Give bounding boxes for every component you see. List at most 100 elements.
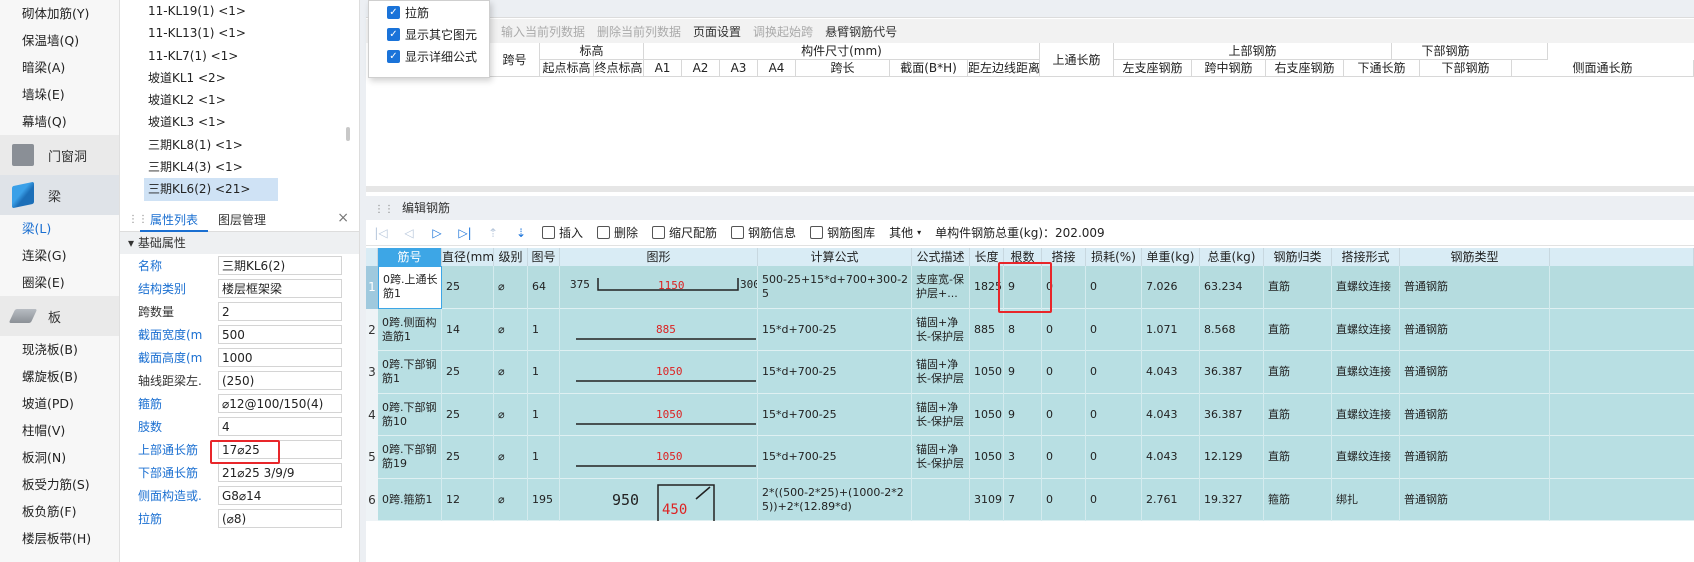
rebar-cell-grade[interactable]: ⌀ <box>494 308 528 351</box>
rebar-header-cell[interactable]: 筋号 <box>378 248 442 266</box>
rebar-cell-cat[interactable]: 直筋 <box>1264 266 1332 309</box>
drag-handle-icon[interactable]: ⋮⋮ <box>374 204 394 215</box>
rebar-info-button[interactable]: 钢筋信息 <box>731 224 796 241</box>
rebar-cell-lap-type[interactable]: 绑扎 <box>1332 478 1400 521</box>
property-value-field[interactable]: ⌀12@100/150(4) <box>218 394 342 413</box>
rebar-cell-type[interactable]: 普通钢筋 <box>1400 266 1550 309</box>
grid-header-cell[interactable]: A3 <box>720 60 758 77</box>
rebar-cell-grade[interactable]: ⌀ <box>494 266 528 309</box>
move-up-icon[interactable]: ⇡ <box>486 226 500 240</box>
grid-header-cell[interactable]: 距左边线距离 <box>968 60 1040 77</box>
rebar-cell-count[interactable]: 9 <box>1004 351 1042 394</box>
nav-item-cast-slab[interactable]: 现浇板(B) <box>0 336 119 363</box>
nav-item-insulation-wall[interactable]: 保温墙(Q) <box>0 27 119 54</box>
rebar-cell-desc[interactable]: 锚固+净长-保护层 <box>912 436 970 479</box>
nav-item-slab-opening[interactable]: 板洞(N) <box>0 444 119 471</box>
rebar-cell-type[interactable]: 普通钢筋 <box>1400 436 1550 479</box>
rebar-cell-lap-type[interactable]: 直螺纹连接 <box>1332 393 1400 436</box>
nav-item-ring-beam[interactable]: 圈梁(E) <box>0 269 119 296</box>
rebar-row[interactable]: 6 0跨.箍筋1 12 ⌀ 195 950 450 2*((500-2*25)+(1000-2… <box>366 478 1694 521</box>
rebar-header-cell[interactable]: 公式描述 <box>912 248 970 266</box>
property-value-field[interactable]: 楼层框架梁 <box>218 279 342 298</box>
nav-category-slab[interactable]: 板 <box>0 296 119 336</box>
rebar-header-cell[interactable]: 总重(kg) <box>1200 248 1264 266</box>
rebar-cell-total[interactable]: 36.387 <box>1200 351 1264 394</box>
grid-header-cell[interactable]: 下部钢筋 <box>1344 43 1548 60</box>
rebar-cell-total[interactable]: 19.327 <box>1200 478 1264 521</box>
rebar-cell-name[interactable]: 0跨.侧面构造筋1 <box>378 308 442 351</box>
checkbox-checked-icon[interactable]: ✓ <box>387 49 400 63</box>
rebar-shape-cell[interactable]: 885 <box>560 308 758 351</box>
rebar-cell-cat[interactable]: 直筋 <box>1264 308 1332 351</box>
previous-record-icon[interactable]: ◁ <box>402 226 416 240</box>
row-number[interactable]: 1 <box>366 266 378 309</box>
rebar-row[interactable]: 2 0跨.侧面构造筋1 14 ⌀ 1 885 15*d+700-25 锚固+净长-保护层 885… <box>366 308 1694 351</box>
property-value-field[interactable]: 21⌀25 3/9/9 <box>218 463 342 482</box>
rebar-shape-cell[interactable]: 375 1150 300 <box>560 266 758 309</box>
rebar-cell-unit[interactable]: 7.026 <box>1142 266 1200 309</box>
rebar-cell-len[interactable]: 885 <box>970 308 1004 351</box>
last-record-icon[interactable]: ▷| <box>458 226 472 240</box>
rebar-cell-lap-type[interactable]: 直螺纹连接 <box>1332 308 1400 351</box>
rebar-cell-formula[interactable]: 2*((500-2*25)+(1000-2*25))+2*(12.89*d) <box>758 478 912 521</box>
nav-item-spiral-slab[interactable]: 螺旋板(B) <box>0 363 119 390</box>
rebar-cell-lap-type[interactable]: 直螺纹连接 <box>1332 436 1400 479</box>
nav-item-beam[interactable]: 梁(L) <box>0 215 119 242</box>
rebar-cell-loss[interactable]: 0 <box>1086 351 1142 394</box>
property-value-field[interactable]: G8⌀14 <box>218 486 342 505</box>
rebar-cell-formula[interactable]: 500-25+15*d+700+300-25 <box>758 266 912 309</box>
grid-header-cell[interactable]: 左支座钢筋 <box>1114 60 1192 77</box>
rebar-cell-formula[interactable]: 15*d+700-25 <box>758 436 912 479</box>
property-value-field[interactable]: 2 <box>218 302 342 321</box>
rebar-cell-cat[interactable]: 直筋 <box>1264 436 1332 479</box>
rebar-cell-desc[interactable]: 锚固+净长-保护层 <box>912 308 970 351</box>
component-item[interactable]: 三期KL4(3) <1> <box>120 156 359 178</box>
rebar-cell-len[interactable]: 1050 <box>970 393 1004 436</box>
rebar-cell-grade[interactable]: ⌀ <box>494 351 528 394</box>
delete-button[interactable]: 删除 <box>597 224 638 241</box>
option-show-detailed-formula[interactable]: ✓ 显示详细公式 <box>387 45 489 67</box>
rebar-cell-lap[interactable]: 0 <box>1042 436 1086 479</box>
nav-item-slab-negative-rebar[interactable]: 板负筋(F) <box>0 498 119 525</box>
property-value-field[interactable]: (250) <box>218 371 342 390</box>
nav-item-hidden-beam[interactable]: 暗梁(A) <box>0 54 119 81</box>
rebar-cell-lap[interactable]: 0 <box>1042 351 1086 394</box>
grid-header-cell[interactable]: 标高 <box>540 43 644 60</box>
upper-toolbar-item[interactable]: 页面设置 <box>693 23 741 40</box>
property-value-field[interactable]: 1000 <box>218 348 342 367</box>
property-value-field[interactable]: 500 <box>218 325 342 344</box>
rebar-header-cell[interactable]: 钢筋归类 <box>1264 248 1332 266</box>
rebar-cell-fig[interactable]: 1 <box>528 393 560 436</box>
rebar-cell-total[interactable]: 12.129 <box>1200 436 1264 479</box>
rebar-row[interactable]: 3 0跨.下部钢筋1 25 ⌀ 1 1050 15*d+700-25 锚固+净长-保护层 105… <box>366 351 1694 394</box>
grid-header-cell[interactable]: A1 <box>644 60 682 77</box>
rebar-cell-count[interactable]: 7 <box>1004 478 1042 521</box>
upper-toolbar-item[interactable]: 删除当前列数据 <box>597 23 681 40</box>
rebar-header-cell[interactable]: 计算公式 <box>758 248 912 266</box>
grid-header-cell[interactable]: 截面(B*H) <box>890 60 968 77</box>
rebar-cell-fig[interactable]: 1 <box>528 351 560 394</box>
rebar-cell-len[interactable]: 3109 <box>970 478 1004 521</box>
rebar-cell-total[interactable]: 36.387 <box>1200 393 1264 436</box>
rebar-cell-formula[interactable]: 15*d+700-25 <box>758 308 912 351</box>
rebar-cell-unit[interactable]: 4.043 <box>1142 393 1200 436</box>
rebar-cell-grade[interactable]: ⌀ <box>494 436 528 479</box>
drag-handle-icon[interactable]: ⋮⋮ <box>128 214 148 225</box>
horizontal-scrollbar[interactable] <box>366 186 1694 192</box>
rebar-row[interactable]: 5 0跨.下部钢筋19 25 ⌀ 1 1050 15*d+700-25 锚固+净长-保护层 10… <box>366 436 1694 479</box>
nav-item-curtain-wall[interactable]: 幕墙(Q) <box>0 108 119 135</box>
grid-header-cell[interactable]: A2 <box>682 60 720 77</box>
rebar-cell-loss[interactable]: 0 <box>1086 393 1142 436</box>
component-list-scrollbar[interactable] <box>346 127 350 141</box>
rebar-cell-count[interactable]: 9 <box>1004 393 1042 436</box>
rebar-cell-grade[interactable]: ⌀ <box>494 478 528 521</box>
rebar-cell-unit[interactable]: 4.043 <box>1142 351 1200 394</box>
rebar-cell-desc[interactable]: 支座宽-保护层+... <box>912 266 970 309</box>
rebar-cell-count[interactable]: 8 <box>1004 308 1042 351</box>
rebar-cell-type[interactable]: 普通钢筋 <box>1400 478 1550 521</box>
row-number[interactable]: 4 <box>366 393 378 436</box>
rebar-cell-dia[interactable]: 14 <box>442 308 494 351</box>
property-value-field[interactable]: 三期KL6(2) <box>218 256 342 275</box>
section-basic-properties[interactable]: ▾ 基础属性 <box>120 232 359 254</box>
grid-header-cell[interactable]: 构件尺寸(mm) <box>644 43 1040 60</box>
